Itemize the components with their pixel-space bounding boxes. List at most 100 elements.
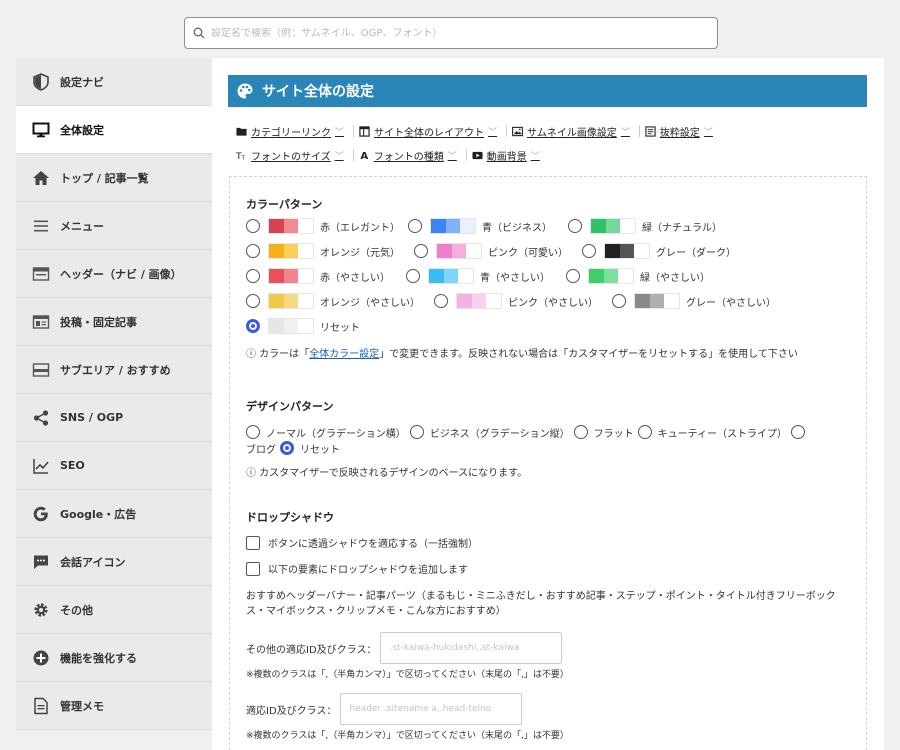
swatch-color	[437, 244, 453, 258]
radio-button[interactable]	[414, 244, 428, 258]
chevron-down-icon: ﹀	[703, 127, 713, 138]
link-excerpt[interactable]: 抜粋設定 ﹀	[645, 124, 713, 139]
swatch-color	[269, 319, 285, 333]
checkbox-button-shadow[interactable]: ボタンに透過シャドウを適応する（一括強制）	[246, 535, 478, 550]
color-swatch	[428, 268, 474, 284]
link-font-type[interactable]: A フォントの種類 ﹀	[359, 148, 457, 163]
sidebar-item-label: 機能を強化する	[60, 651, 137, 665]
color-swatch	[268, 293, 314, 309]
chevron-down-icon: ﹀	[530, 151, 540, 162]
swatch-color	[431, 219, 447, 233]
sidebar-item-enhance[interactable]: 機能を強化する	[16, 634, 212, 682]
swatch-color	[591, 219, 607, 233]
header-icon	[32, 266, 50, 281]
radio-design-normal[interactable]	[246, 425, 260, 439]
font-size-icon: TT	[236, 151, 246, 161]
radio-button[interactable]	[582, 244, 596, 258]
sidebar-item-label: サブエリア / おすすめ	[60, 363, 171, 377]
global-color-link[interactable]: 全体カラー設定	[309, 349, 379, 360]
color-option-blue-business[interactable]: 青（ビジネス）	[408, 218, 552, 234]
radio-button[interactable]	[406, 269, 420, 283]
sidebar-item-memo[interactable]: 管理メモ	[16, 682, 212, 730]
color-swatch	[436, 243, 482, 259]
color-option-pink-soft[interactable]: ピンク（やさしい）	[434, 293, 598, 309]
swatch-color	[284, 294, 298, 308]
sidebar-item-chat[interactable]: 会話アイコン	[16, 538, 212, 586]
color-pattern-note: ⓘ カラーは「全体カラー設定」で変更できます。反映されない場合は「カスタマイザー…	[246, 349, 798, 360]
radio-button[interactable]	[246, 294, 260, 308]
sidebar-item-post[interactable]: 投稿・固定記事	[16, 298, 212, 346]
excerpt-icon	[645, 125, 656, 137]
google-icon	[33, 506, 48, 521]
swatch-color	[284, 244, 298, 258]
sidebar-item-seo[interactable]: SEO	[16, 442, 212, 490]
color-swatch	[268, 268, 314, 284]
chat-icon	[34, 555, 48, 569]
radio-design-reset[interactable]	[280, 441, 294, 455]
other-id-class-input[interactable]	[380, 632, 563, 664]
sidebar-item-label: 投稿・固定記事	[60, 315, 137, 329]
radio-design-business[interactable]	[409, 425, 424, 439]
sidebar-item-sns[interactable]: SNS / OGP	[16, 394, 212, 442]
color-option-red-soft[interactable]: 赤（やさしい）	[246, 268, 390, 284]
settings-search[interactable]	[184, 17, 718, 49]
radio-button[interactable]	[568, 219, 582, 233]
divider	[353, 125, 355, 137]
link-thumbnail[interactable]: サムネイル画像設定 ﹀	[512, 124, 630, 139]
radio-design-flat[interactable]	[573, 425, 588, 439]
swatch-color	[465, 244, 481, 258]
post-icon	[32, 314, 50, 329]
swatch-color	[297, 269, 313, 283]
color-option-orange-soft[interactable]: オレンジ（やさしい）	[246, 293, 420, 309]
checkbox-element-shadow[interactable]: 以下の要素にドロップシャドウを追加します	[246, 561, 468, 576]
color-option-reset[interactable]: リセット	[246, 318, 360, 334]
sidebar-item-other[interactable]: その他	[16, 586, 212, 634]
color-row: オレンジ（やさしい） ピンク（やさしい） グレー（やさしい）	[246, 291, 776, 311]
link-video-bg[interactable]: 動画背景 ﹀	[472, 148, 540, 163]
radio-button[interactable]	[566, 269, 580, 283]
sidebar-item-label: トップ / 記事一覧	[60, 171, 149, 185]
link-font-size[interactable]: TT フォントのサイズ ﹀	[236, 148, 344, 163]
swatch-color	[297, 244, 313, 258]
radio-button[interactable]	[434, 294, 448, 308]
drop-shadow-description: おすすめヘッダーバナー・記事パーツ（まるもじ・ミニふきだし・おすすめ記事・ステッ…	[246, 591, 836, 617]
radio-button[interactable]	[246, 219, 260, 233]
color-option-green-soft[interactable]: 緑（やさしい）	[566, 268, 710, 284]
radio-button[interactable]	[408, 219, 422, 233]
color-option-blue-soft[interactable]: 青（やさしい）	[406, 268, 550, 284]
color-option-gray-soft[interactable]: グレー（やさしい）	[612, 293, 776, 309]
radio-button[interactable]	[612, 294, 626, 308]
chevron-down-icon: ﹀	[447, 151, 457, 162]
sidebar-item-top[interactable]: トップ / 記事一覧	[16, 154, 212, 202]
swatch-color	[284, 269, 298, 283]
search-input[interactable]	[211, 27, 691, 39]
color-option-pink-kawaii[interactable]: ピンク（可愛い）	[414, 243, 568, 259]
id-class-label: 適応ID及びクラス：	[246, 705, 337, 717]
sidebar-item-google[interactable]: Google・広告	[16, 490, 212, 538]
id-class-input[interactable]	[340, 693, 523, 725]
color-option-red-elegant[interactable]: 赤（エレガント）	[246, 218, 400, 234]
radio-button[interactable]	[246, 269, 260, 283]
swatch-color	[617, 269, 633, 283]
divider	[638, 125, 640, 137]
checkbox[interactable]	[246, 535, 260, 550]
link-category[interactable]: カテゴリーリンク ﹀	[236, 124, 344, 139]
sidebar-item-subarea[interactable]: サブエリア / おすすめ	[16, 346, 212, 394]
sidebar-item-nav[interactable]: 設定ナビ	[16, 58, 212, 106]
sidebar-item-menu[interactable]: メニュー	[16, 202, 212, 250]
swatch-color	[429, 269, 445, 283]
radio-design-cutie[interactable]	[637, 425, 652, 439]
color-option-green-natural[interactable]: 緑（ナチュラル）	[568, 218, 722, 234]
checkbox[interactable]	[246, 561, 260, 576]
link-layout[interactable]: サイト全体のレイアウト ﹀	[359, 124, 497, 139]
radio-button[interactable]	[246, 319, 260, 333]
swatch-color	[297, 294, 313, 308]
color-option-gray-dark[interactable]: グレー（ダーク）	[582, 243, 736, 259]
radio-design-blog[interactable]	[791, 425, 806, 439]
color-option-orange-genki[interactable]: オレンジ（元気）	[246, 243, 400, 259]
sidebar-item-global[interactable]: 全体設定	[16, 106, 212, 154]
radio-button[interactable]	[246, 244, 260, 258]
color-swatch	[634, 293, 680, 309]
swatch-color	[297, 319, 313, 333]
sidebar-item-header[interactable]: ヘッダー（ナビ / 画像）	[16, 250, 212, 298]
